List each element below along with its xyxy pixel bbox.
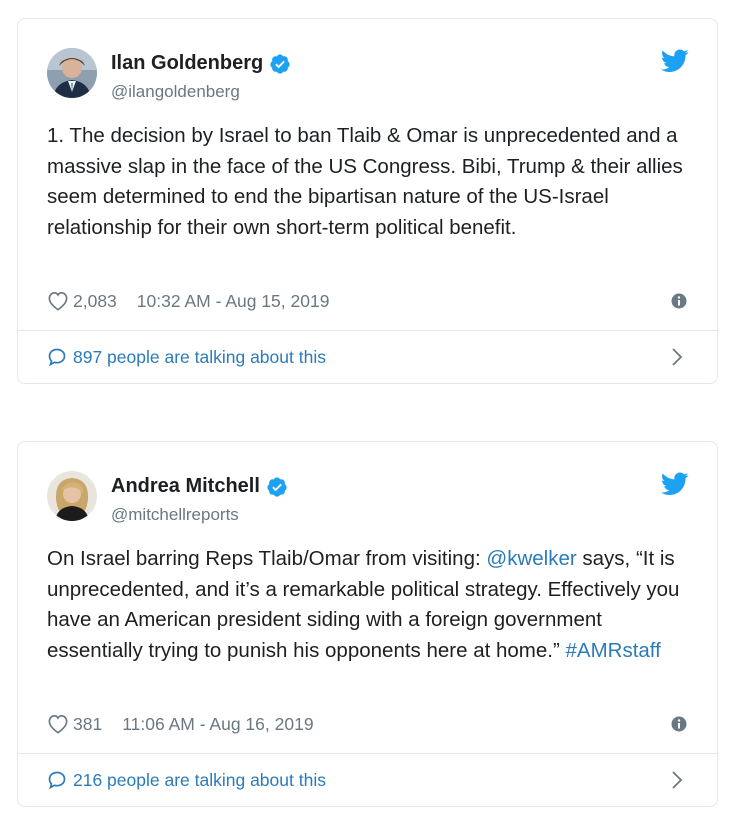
conversation-count[interactable]: 897 people are talking about this <box>73 347 326 368</box>
tweet-text-part: On Israel barring Reps Tlaib/Omar from v… <box>47 547 487 570</box>
tweet-card: Andrea Mitchell @mitchellreports On Isra… <box>17 441 718 807</box>
chevron-right-icon[interactable] <box>671 347 683 367</box>
tweet-timestamp[interactable]: 11:06 AM - Aug 16, 2019 <box>122 714 313 735</box>
twitter-bird-icon[interactable] <box>661 49 689 73</box>
author-handle[interactable]: @ilangoldenberg <box>111 82 240 102</box>
tweet-timestamp[interactable]: 10:32 AM - Aug 15, 2019 <box>137 291 330 312</box>
tweet-card: Ilan Goldenberg @ilangoldenberg 1. The d… <box>17 18 718 384</box>
tweet-meta: 381 11:06 AM - Aug 16, 2019 <box>47 711 314 737</box>
twitter-bird-icon[interactable] <box>661 472 689 496</box>
comment-bubble-icon <box>48 348 66 367</box>
tweet-text: 1. The decision by Israel to ban Tlaib &… <box>47 121 687 243</box>
author-name[interactable]: Ilan Goldenberg <box>111 52 291 75</box>
hashtag-link[interactable]: #AMRstaff <box>566 639 661 662</box>
info-icon[interactable] <box>671 293 687 309</box>
heart-icon[interactable] <box>47 291 69 311</box>
mention-link[interactable]: @kwelker <box>486 547 576 570</box>
conversation-count[interactable]: 216 people are talking about this <box>73 770 326 791</box>
tweet-meta: 2,083 10:32 AM - Aug 15, 2019 <box>47 288 329 314</box>
conversation-link[interactable]: 216 people are talking about this <box>47 768 326 792</box>
author-handle[interactable]: @mitchellreports <box>111 505 239 525</box>
tweet-text: On Israel barring Reps Tlaib/Omar from v… <box>47 544 687 666</box>
author-name-text[interactable]: Ilan Goldenberg <box>111 52 263 75</box>
like-count[interactable]: 381 <box>73 714 102 735</box>
comment-bubble-icon <box>48 771 66 790</box>
verified-badge-icon <box>267 476 287 497</box>
conversation-link[interactable]: 897 people are talking about this <box>47 345 326 369</box>
author-name-text[interactable]: Andrea Mitchell <box>111 475 260 498</box>
author-name[interactable]: Andrea Mitchell <box>111 475 288 498</box>
avatar[interactable] <box>47 48 97 98</box>
tweet-text-part: 1. The decision by Israel to ban Tlaib &… <box>47 124 683 239</box>
avatar[interactable] <box>47 471 97 521</box>
verified-badge-icon <box>270 53 290 74</box>
divider <box>18 753 717 754</box>
chevron-right-icon[interactable] <box>671 770 683 790</box>
divider <box>18 330 717 331</box>
heart-icon[interactable] <box>47 714 69 734</box>
like-count[interactable]: 2,083 <box>73 291 117 312</box>
info-icon[interactable] <box>671 716 687 732</box>
